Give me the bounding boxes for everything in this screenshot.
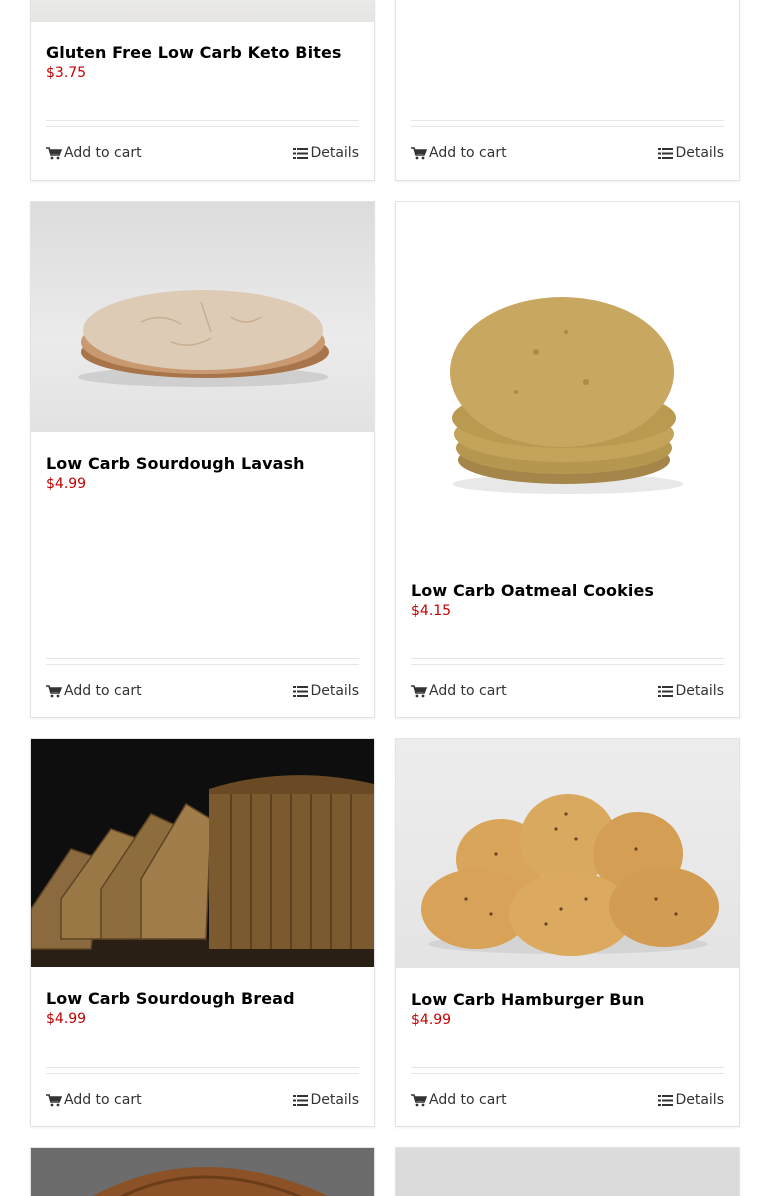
add-to-cart-label: Add to cart <box>64 145 142 161</box>
add-to-cart-label: Add to cart <box>429 145 507 161</box>
product-card <box>30 1147 375 1196</box>
add-to-cart-label: Add to cart <box>64 683 142 699</box>
product-price: $4.99 <box>46 1011 87 1027</box>
product-image[interactable] <box>396 739 739 968</box>
details-label: Details <box>675 145 724 161</box>
product-card: Low Carb Sourdough Bread $4.99 Add to ca… <box>30 738 375 1127</box>
product-title[interactable]: Gluten Free Low Carb Keto Bites <box>46 43 359 62</box>
divider <box>411 1067 724 1074</box>
product-image[interactable] <box>31 0 374 22</box>
cart-icon <box>46 1093 62 1107</box>
details-button[interactable]: Details <box>293 145 359 161</box>
product-image[interactable] <box>31 1148 374 1196</box>
details-button[interactable]: Details <box>658 1092 724 1108</box>
product-card: Low Carb Oatmeal Cookies $4.15 Add to ca… <box>395 201 740 718</box>
details-label: Details <box>310 683 359 699</box>
cart-icon <box>411 146 427 160</box>
product-card: Low Carb Sourdough Lavash $4.99 Add to c… <box>30 201 375 718</box>
details-label: Details <box>675 683 724 699</box>
cart-icon <box>411 1093 427 1107</box>
list-icon <box>658 1094 674 1107</box>
divider <box>46 120 359 127</box>
add-to-cart-button[interactable]: Add to cart <box>46 1092 142 1108</box>
divider <box>411 658 724 665</box>
details-button[interactable]: Details <box>293 1092 359 1108</box>
add-to-cart-button[interactable]: Add to cart <box>411 1092 507 1108</box>
divider <box>46 658 359 665</box>
add-to-cart-button[interactable]: Add to cart <box>411 683 507 699</box>
details-button[interactable]: Details <box>658 145 724 161</box>
add-to-cart-label: Add to cart <box>429 1092 507 1108</box>
product-card: Gluten Free Low Carb Keto Bites $3.75 Ad… <box>30 0 375 181</box>
details-button[interactable]: Details <box>658 683 724 699</box>
details-label: Details <box>675 1092 724 1108</box>
list-icon <box>658 147 674 160</box>
product-image[interactable] <box>396 202 739 559</box>
add-to-cart-label: Add to cart <box>64 1092 142 1108</box>
product-title[interactable]: Low Carb Hamburger Bun <box>411 990 724 1009</box>
product-image[interactable] <box>31 202 374 432</box>
list-icon <box>293 1094 309 1107</box>
add-to-cart-button[interactable]: Add to cart <box>46 683 142 699</box>
divider <box>411 120 724 127</box>
cart-icon <box>411 684 427 698</box>
details-button[interactable]: Details <box>293 683 359 699</box>
product-title[interactable]: Low Carb Sourdough Lavash <box>46 454 359 473</box>
product-image[interactable] <box>31 739 374 967</box>
add-to-cart-button[interactable]: Add to cart <box>46 145 142 161</box>
product-card: Low Carb Hamburger Bun $4.99 Add to cart… <box>395 738 740 1127</box>
add-to-cart-label: Add to cart <box>429 683 507 699</box>
list-icon <box>293 147 309 160</box>
divider <box>46 1067 359 1074</box>
product-title[interactable]: Low Carb Oatmeal Cookies <box>411 581 724 600</box>
cart-icon <box>46 146 62 160</box>
product-image[interactable] <box>396 1148 739 1196</box>
product-title[interactable]: Low Carb Sourdough Bread <box>46 989 359 1008</box>
details-label: Details <box>310 145 359 161</box>
product-card <box>395 1147 740 1196</box>
list-icon <box>658 685 674 698</box>
product-price: $4.99 <box>46 476 87 492</box>
add-to-cart-button[interactable]: Add to cart <box>411 145 507 161</box>
product-price: $3.75 <box>46 65 87 81</box>
product-price: $4.99 <box>411 1012 452 1028</box>
details-label: Details <box>310 1092 359 1108</box>
product-price: $4.15 <box>411 603 452 619</box>
product-card: Add to cart Details <box>395 0 740 181</box>
list-icon <box>293 685 309 698</box>
cart-icon <box>46 684 62 698</box>
